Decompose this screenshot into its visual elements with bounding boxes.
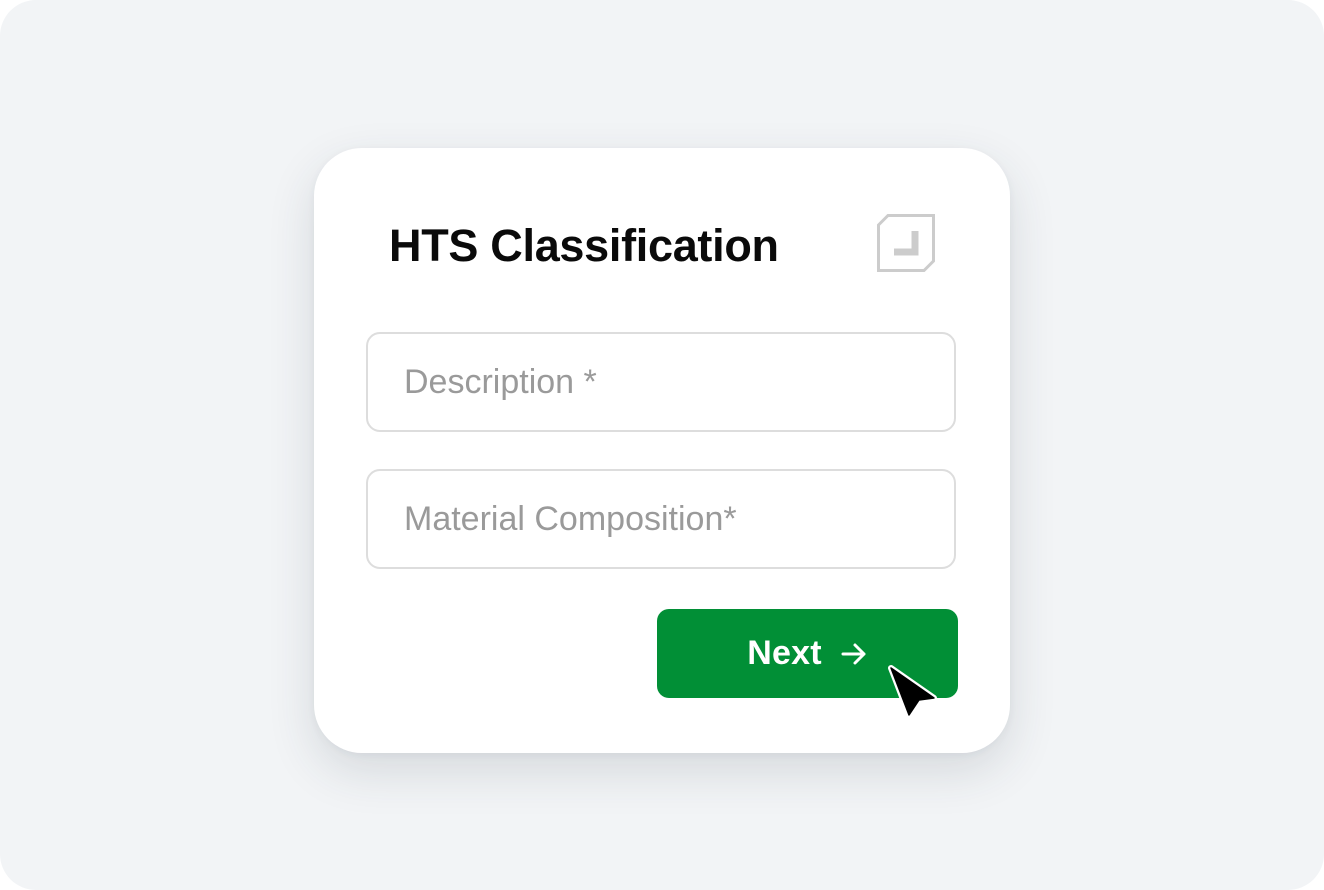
description-input[interactable]: [366, 332, 956, 432]
page-background: HTS Classification Next: [0, 0, 1324, 890]
next-button-label: Next: [747, 634, 822, 672]
form-title: HTS Classification: [389, 220, 779, 271]
corner-bracket-logo-icon: [877, 214, 935, 272]
hts-classification-card: HTS Classification Next: [314, 148, 1010, 753]
material-composition-input[interactable]: [366, 469, 956, 569]
next-button[interactable]: Next: [657, 609, 958, 698]
arrow-right-icon: [841, 643, 866, 664]
